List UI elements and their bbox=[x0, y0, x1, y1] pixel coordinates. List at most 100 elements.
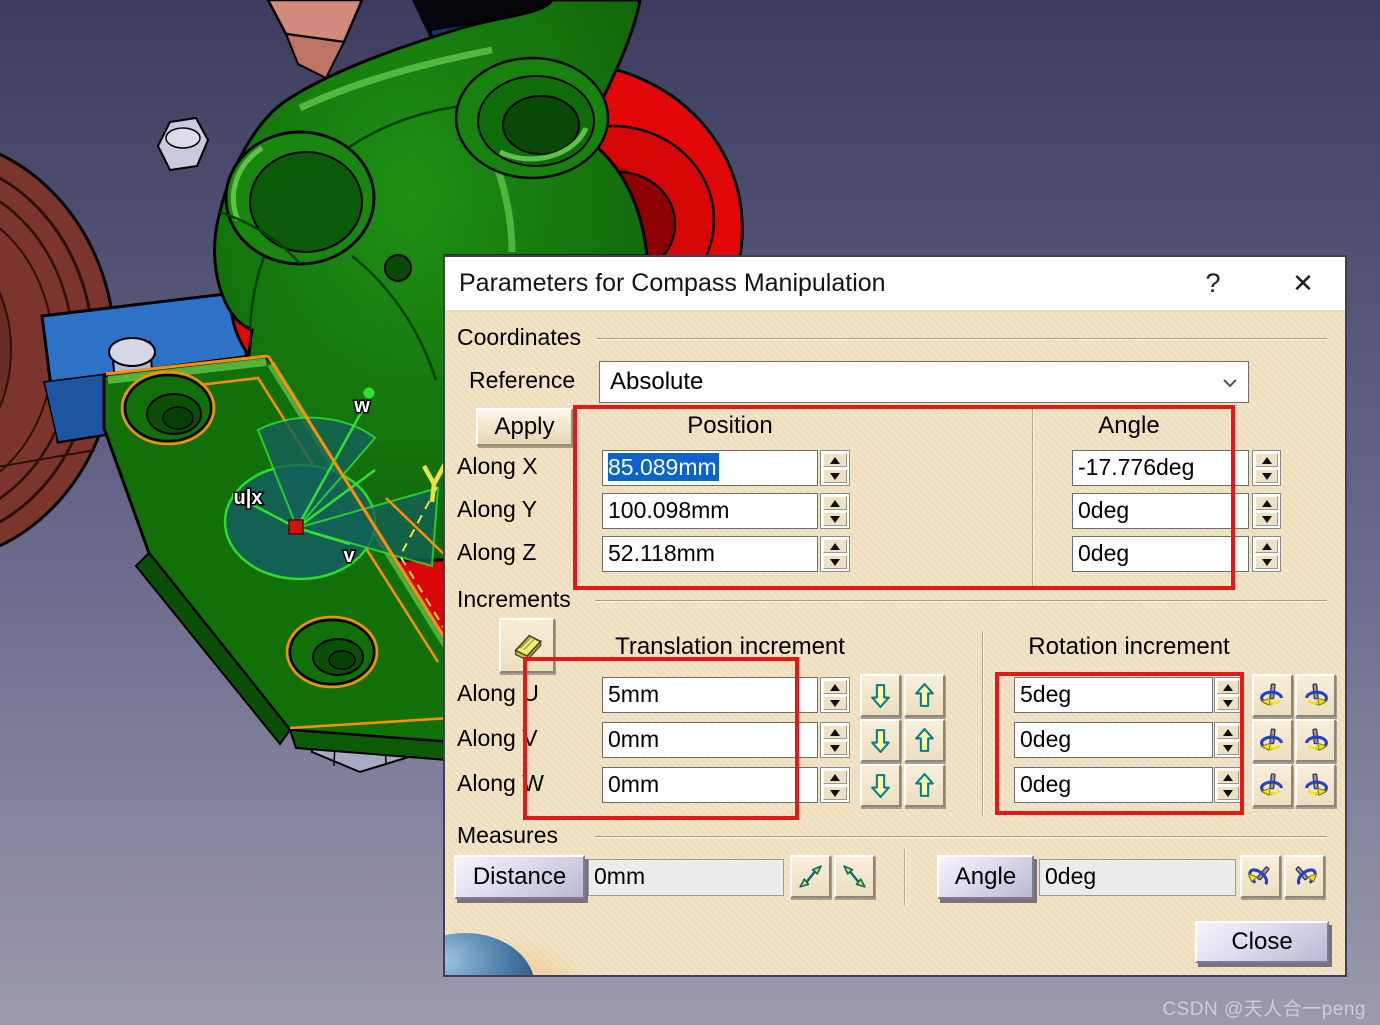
position-y-spinner[interactable] bbox=[820, 493, 850, 529]
along-z-label: Along Z bbox=[457, 539, 537, 565]
increments-group-label: Increments bbox=[457, 586, 571, 612]
along-y-label: Along Y bbox=[457, 496, 538, 522]
spinner-up-button[interactable] bbox=[1217, 680, 1239, 694]
apply-button[interactable]: Apply bbox=[476, 408, 573, 446]
close-button[interactable]: Close bbox=[1195, 921, 1329, 963]
spinner-up-button[interactable] bbox=[823, 539, 847, 553]
spinner-down-button[interactable] bbox=[823, 469, 847, 483]
compass-axis-label-ux: u|x bbox=[234, 487, 263, 509]
translate-w-negative-button[interactable] bbox=[860, 764, 901, 807]
spinner-up-button[interactable] bbox=[1217, 725, 1239, 739]
along-x-label: Along X bbox=[457, 453, 538, 479]
measure-angle-tool-1-button[interactable] bbox=[1240, 855, 1281, 898]
rotation-v-spinner[interactable] bbox=[1214, 722, 1242, 758]
measure-distance-button[interactable]: Distance bbox=[454, 855, 585, 899]
spinner-up-button[interactable] bbox=[1255, 539, 1278, 553]
measure-angle-tool-2-button[interactable] bbox=[1284, 855, 1325, 898]
translate-u-negative-button[interactable] bbox=[860, 674, 901, 717]
spinner-down-button[interactable] bbox=[823, 696, 847, 710]
rotate-u-negative-button[interactable] bbox=[1252, 674, 1293, 717]
translate-u-positive-button[interactable] bbox=[904, 674, 945, 717]
spinner-up-button[interactable] bbox=[823, 680, 847, 694]
translation-u-spinner[interactable] bbox=[820, 677, 850, 713]
arrow-down-icon bbox=[867, 772, 894, 799]
help-icon[interactable]: ? bbox=[1193, 257, 1233, 310]
spinner-down-button[interactable] bbox=[1217, 696, 1239, 710]
close-icon[interactable]: ✕ bbox=[1283, 257, 1323, 310]
along-w-label: Along W bbox=[457, 770, 544, 796]
translation-increment-header: Translation increment bbox=[615, 633, 845, 660]
watermark: CSDN @天人合一peng bbox=[1162, 999, 1366, 1020]
arrow-up-icon bbox=[911, 727, 938, 754]
translation-v-spinner[interactable] bbox=[820, 722, 850, 758]
angle-y-input[interactable]: 0deg bbox=[1072, 493, 1249, 529]
reset-increments-button[interactable] bbox=[499, 618, 555, 673]
spinner-down-button[interactable] bbox=[1255, 555, 1278, 569]
angle-y-spinner[interactable] bbox=[1252, 493, 1281, 529]
translation-w-input[interactable]: 0mm bbox=[602, 767, 818, 803]
reference-dropdown[interactable]: Absolute bbox=[599, 361, 1249, 403]
measure-distance-alt-icon bbox=[841, 863, 868, 890]
translation-v-input[interactable]: 0mm bbox=[602, 722, 818, 758]
spinner-up-button[interactable] bbox=[823, 770, 847, 784]
rotate-w-positive-button[interactable] bbox=[1295, 764, 1336, 807]
spinner-down-button[interactable] bbox=[1217, 786, 1239, 800]
spinner-down-button[interactable] bbox=[823, 555, 847, 569]
rotate-v-negative-button[interactable] bbox=[1252, 719, 1293, 762]
position-x-spinner[interactable] bbox=[820, 450, 850, 486]
compass-parameters-dialog: Parameters for Compass Manipulation ? ✕ … bbox=[443, 255, 1347, 977]
position-header: Position bbox=[687, 412, 773, 439]
spinner-down-button[interactable] bbox=[1217, 741, 1239, 755]
position-x-input[interactable]: 85.089mm bbox=[602, 450, 818, 486]
translation-w-spinner[interactable] bbox=[820, 767, 850, 803]
rotation-w-input[interactable]: 0deg bbox=[1014, 767, 1213, 803]
column-divider bbox=[982, 631, 984, 816]
dialog-titlebar[interactable]: Parameters for Compass Manipulation ? ✕ bbox=[445, 257, 1345, 311]
application-window: w v u|x Parameters for Compass Manipulat… bbox=[0, 0, 1380, 1025]
spinner-down-button[interactable] bbox=[823, 786, 847, 800]
position-z-input[interactable]: 52.118mm bbox=[602, 536, 818, 572]
translate-w-positive-button[interactable] bbox=[904, 764, 945, 807]
angle-value-field: 0deg bbox=[1039, 859, 1236, 896]
angle-x-input[interactable]: -17.776deg bbox=[1072, 450, 1249, 486]
angle-z-input[interactable]: 0deg bbox=[1072, 536, 1249, 572]
compass-origin-handle[interactable] bbox=[288, 519, 304, 535]
rotation-v-input[interactable]: 0deg bbox=[1014, 722, 1213, 758]
measure-distance-tool-2-button[interactable] bbox=[834, 855, 875, 898]
translate-v-negative-button[interactable] bbox=[860, 719, 901, 762]
measure-angle-button[interactable]: Angle bbox=[937, 855, 1034, 899]
spinner-up-button[interactable] bbox=[823, 496, 847, 510]
dialog-title: Parameters for Compass Manipulation bbox=[459, 269, 886, 297]
measure-rotation-alt-icon bbox=[1290, 862, 1319, 891]
measure-distance-tool-1-button[interactable] bbox=[790, 855, 831, 898]
spinner-down-button[interactable] bbox=[1255, 512, 1278, 526]
coordinates-group-label: Coordinates bbox=[457, 324, 582, 350]
position-y-input[interactable]: 100.098mm bbox=[602, 493, 818, 529]
spinner-up-button[interactable] bbox=[823, 453, 847, 467]
rotation-u-spinner[interactable] bbox=[1214, 677, 1242, 713]
spinner-down-button[interactable] bbox=[823, 741, 847, 755]
rotation-u-input[interactable]: 5deg bbox=[1014, 677, 1213, 713]
translate-v-positive-button[interactable] bbox=[904, 719, 945, 762]
compass-axis-label-v: v bbox=[343, 545, 355, 567]
position-z-spinner[interactable] bbox=[820, 536, 850, 572]
spinner-down-button[interactable] bbox=[1255, 469, 1278, 483]
angle-z-spinner[interactable] bbox=[1252, 536, 1281, 572]
arrow-down-icon bbox=[867, 727, 894, 754]
spinner-up-button[interactable] bbox=[1255, 453, 1278, 467]
rotate-right-icon bbox=[1301, 771, 1330, 800]
rotate-w-negative-button[interactable] bbox=[1252, 764, 1293, 807]
rotate-left-icon bbox=[1258, 771, 1287, 800]
rotation-w-spinner[interactable] bbox=[1214, 767, 1242, 803]
angle-x-spinner[interactable] bbox=[1252, 450, 1281, 486]
globe-decoration bbox=[445, 911, 585, 975]
spinner-up-button[interactable] bbox=[823, 725, 847, 739]
spinner-down-button[interactable] bbox=[823, 512, 847, 526]
rotate-u-positive-button[interactable] bbox=[1295, 674, 1336, 717]
spinner-up-button[interactable] bbox=[1255, 496, 1278, 510]
group-divider bbox=[595, 836, 1327, 838]
rotate-left-icon bbox=[1258, 726, 1287, 755]
spinner-up-button[interactable] bbox=[1217, 770, 1239, 784]
translation-u-input[interactable]: 5mm bbox=[602, 677, 818, 713]
rotate-v-positive-button[interactable] bbox=[1295, 719, 1336, 762]
